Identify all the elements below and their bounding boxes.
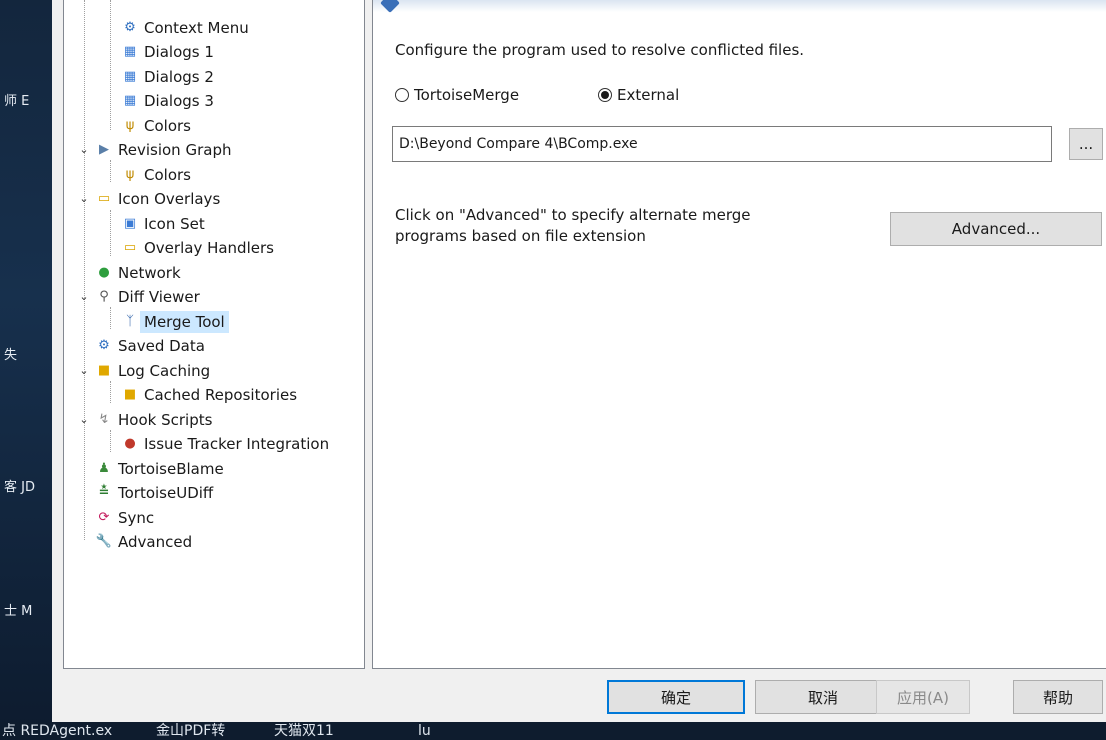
tree-item-network[interactable]: ● Network [95,262,180,284]
palette-icon: ψ [125,118,135,133]
tree-connector [110,210,111,256]
taskbar-item[interactable]: 点 REDAgent.ex [2,722,112,740]
taskbar-item[interactable]: lu [418,722,431,740]
cancel-button[interactable]: 取消 [755,680,891,714]
tree-item-revision-colors[interactable]: ψ Colors [121,164,191,186]
settings-tree[interactable]: ⌄ ⌄ ⌄ ⌄ ⌄ ⚙ Context Menu ▦ Dialogs 1 ▦ D… [63,0,365,669]
chevron-down-icon[interactable]: ⌄ [78,409,90,431]
help-button[interactable]: 帮助 [1013,680,1103,714]
advanced-hint-line-1: Click on "Advanced" to specify alternate… [395,206,751,224]
tree-item-advanced[interactable]: 🔧 Advanced [95,531,192,553]
merge-tool-panel: Configure the program used to resolve co… [372,0,1106,669]
tree-item-cached-repositories[interactable]: ■ Cached Repositories [121,384,297,406]
chevron-down-icon[interactable]: ⌄ [78,139,90,161]
overlay-folder-icon: ▭ [123,240,137,255]
radio-label: TortoiseMerge [414,86,520,104]
tree-connector [110,160,111,182]
merge-program-path-input[interactable] [392,126,1052,162]
tree-item-icon-overlays[interactable]: ▭ Icon Overlays [95,188,220,210]
globe-icon: ● [98,265,110,280]
dialog-icon: ▦ [123,69,137,84]
chevron-down-icon[interactable]: ⌄ [78,286,90,308]
tree-item-dialogs-1[interactable]: ▦ Dialogs 1 [121,41,214,63]
apply-button[interactable]: 应用(A) [876,680,970,714]
tree-item-overlay-handlers[interactable]: ▭ Overlay Handlers [121,237,274,259]
bug-icon: ● [124,436,136,451]
dialog-icon: ▦ [123,44,137,59]
radio-indicator-selected[interactable] [598,88,612,102]
taskbar-item[interactable]: 天猫双11 [274,722,334,740]
icon-set-icon: ▣ [123,216,137,231]
tree-item-saved-data[interactable]: ⚙ Saved Data [95,335,205,357]
database-icon: ■ [123,387,137,402]
gear-icon: ⚙ [124,20,136,35]
desktop-label: 师 E [4,94,30,109]
tree-connector [110,0,111,130]
udiff-icon: ≛ [98,485,110,500]
tree-connector [110,430,111,452]
blame-icon: ♟ [98,461,110,476]
radio-external[interactable]: External [598,86,679,104]
advanced-button[interactable]: Advanced... [890,212,1102,246]
hook-icon: ↯ [98,412,110,427]
tree-item-revision-graph[interactable]: ▶ Revision Graph [95,139,231,161]
desktop-background: 师 E 失 客 JD 士 M [0,0,52,740]
tree-item-dialogs-2[interactable]: ▦ Dialogs 2 [121,66,214,88]
database-icon: ■ [97,363,111,378]
tree-item-tortoiseudiff[interactable]: ≛ TortoiseUDiff [95,482,214,504]
tree-connector [110,307,111,329]
dialog-icon: ▦ [123,93,137,108]
chevron-down-icon[interactable]: ⌄ [78,188,90,210]
desktop-label: 客 JD [4,480,35,495]
tree-item-sync[interactable]: ⟳ Sync [95,507,155,529]
desktop-label: 失 [4,348,18,363]
palette-icon: ψ [125,167,135,182]
panel-header [373,0,1106,12]
radio-tortoisemerge[interactable]: TortoiseMerge [395,86,519,104]
chevron-down-icon[interactable]: ⌄ [78,360,90,382]
tree-item-dialogs-3[interactable]: ▦ Dialogs 3 [121,90,214,112]
tree-item-diff-viewer[interactable]: ⚲ Diff Viewer [95,286,200,308]
browse-button[interactable]: ... [1069,128,1103,160]
revision-graph-icon: ▶ [99,142,109,157]
merge-icon: ᛉ [126,314,134,329]
sync-icon: ⟳ [98,510,110,525]
taskbar: 点 REDAgent.ex 金山PDF转 天猫双11 lu [0,722,1106,740]
ok-button[interactable]: 确定 [607,680,745,714]
radio-indicator[interactable] [395,88,409,102]
tree-connector [110,381,111,403]
tree-item-issue-tracker[interactable]: ● Issue Tracker Integration [121,433,329,455]
taskbar-item[interactable]: 金山PDF转 [156,722,225,740]
tree-item-hook-scripts[interactable]: ↯ Hook Scripts [95,409,213,431]
tree-connector [84,0,85,540]
tree-item-context-menu[interactable]: ⚙ Context Menu [121,17,249,39]
panel-description: Configure the program used to resolve co… [395,41,805,59]
overlay-folder-icon: ▭ [97,191,111,206]
tree-item-colors[interactable]: ψ Colors [121,115,191,137]
tree-item-tortoiseblame[interactable]: ♟ TortoiseBlame [95,458,224,480]
settings-dialog: ⌄ ⌄ ⌄ ⌄ ⌄ ⚙ Context Menu ▦ Dialogs 1 ▦ D… [52,0,1106,722]
radio-label: External [617,86,680,104]
magnifier-icon: ⚲ [99,289,109,304]
wrench-icon: 🔧 [95,534,113,549]
desktop-label: 士 M [4,604,33,619]
gear-icon: ⚙ [98,338,110,353]
tree-item-icon-set[interactable]: ▣ Icon Set [121,213,205,235]
tree-item-log-caching[interactable]: ■ Log Caching [95,360,210,382]
tree-item-merge-tool[interactable]: ᛉ Merge Tool [121,311,229,333]
advanced-hint-line-2: programs based on file extension [395,227,646,245]
